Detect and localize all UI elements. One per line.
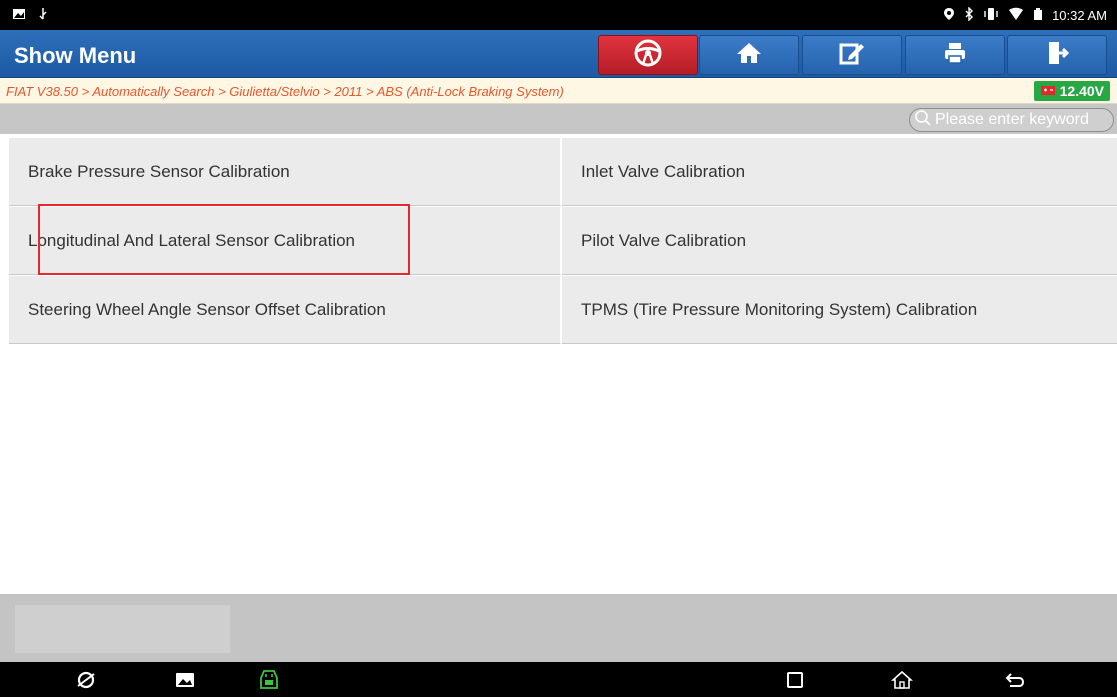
print-button[interactable] [905, 35, 1005, 75]
search-input[interactable] [932, 111, 1112, 129]
location-icon [943, 7, 955, 24]
footer-bar [0, 594, 1117, 662]
header-bar: Show Menu [0, 30, 1117, 78]
menu-item-label: Inlet Valve Calibration [581, 161, 746, 181]
menu-item-pilot-valve-calibration[interactable]: Pilot Valve Calibration [562, 207, 1117, 275]
home-nav-icon[interactable] [890, 668, 914, 692]
voltage-badge: 12.40V [1033, 81, 1110, 101]
steering-wheel-icon [633, 38, 663, 73]
bluetooth-icon [964, 6, 974, 24]
menu-item-tpms-calibration[interactable]: TPMS (Tire Pressure Monitoring System) C… [562, 276, 1117, 344]
recents-icon[interactable] [783, 668, 807, 692]
menu-item-label: Brake Pressure Sensor Calibration [28, 161, 290, 181]
footer-button[interactable] [15, 605, 230, 653]
vci-icon[interactable] [257, 668, 281, 692]
back-icon[interactable] [1003, 668, 1027, 692]
image-icon [12, 7, 26, 24]
menu-item-label: Steering Wheel Angle Sensor Offset Calib… [28, 299, 386, 319]
home-button[interactable] [699, 35, 799, 75]
search-bar [0, 104, 1117, 134]
edit-icon [839, 41, 865, 70]
gallery-icon[interactable] [173, 668, 197, 692]
menu-item-brake-pressure-sensor-calibration[interactable]: Brake Pressure Sensor Calibration [9, 138, 561, 206]
voltage-value: 12.40V [1059, 83, 1104, 99]
search-icon[interactable] [914, 109, 932, 132]
battery-icon [1033, 7, 1043, 24]
menu-item-steering-wheel-angle-sensor-offset-calibration[interactable]: Steering Wheel Angle Sensor Offset Calib… [9, 276, 561, 344]
breadcrumb: FIAT V38.50 > Automatically Search > Giu… [0, 78, 1117, 104]
menu-item-label: Longitudinal And Lateral Sensor Calibrat… [28, 230, 356, 250]
menu-item-label: Pilot Valve Calibration [581, 230, 747, 250]
exit-button[interactable] [1007, 35, 1107, 75]
clock: 10:32 AM [1052, 8, 1107, 23]
menu-item-inlet-valve-calibration[interactable]: Inlet Valve Calibration [562, 138, 1117, 206]
wifi-icon [1008, 7, 1024, 24]
page-title: Show Menu [14, 43, 137, 68]
nav-bar [0, 662, 1117, 697]
exit-icon [1044, 40, 1070, 71]
usb-icon [36, 7, 50, 24]
home-icon [736, 41, 762, 70]
steering-wheel-button[interactable] [598, 35, 698, 75]
battery-voltage-icon [1040, 83, 1056, 99]
menu-item-label: TPMS (Tire Pressure Monitoring System) C… [581, 299, 978, 319]
print-icon [942, 41, 968, 70]
menu-item-longitudinal-and-lateral-sensor-calibration[interactable]: Longitudinal And Lateral Sensor Calibrat… [9, 207, 561, 275]
breadcrumb-path: FIAT V38.50 > Automatically Search > Giu… [6, 84, 564, 99]
browser-icon[interactable] [74, 668, 98, 692]
status-bar: 10:32 AM [0, 0, 1117, 30]
vibrate-icon [983, 7, 999, 24]
search-box[interactable] [909, 108, 1114, 132]
edit-button[interactable] [802, 35, 902, 75]
